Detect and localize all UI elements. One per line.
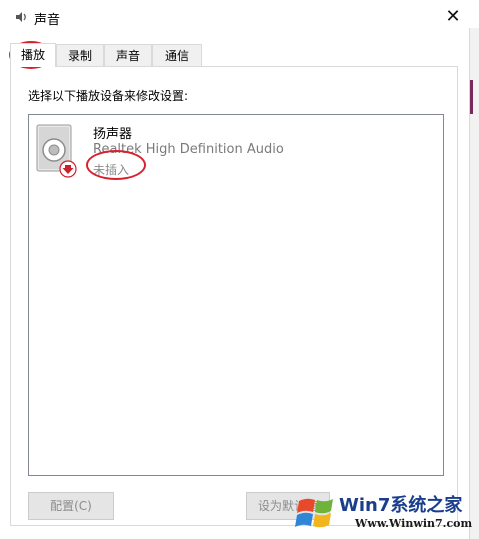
tab-recording[interactable]: 录制 xyxy=(56,44,104,66)
playback-panel: 选择以下播放设备来修改设置: 扬声器 Realtek High Definiti… xyxy=(10,66,458,526)
instructions-text: 选择以下播放设备来修改设置: xyxy=(28,89,189,103)
speaker-title-icon xyxy=(16,12,26,22)
device-status: 未插入 xyxy=(93,163,130,177)
sound-dialog: 声音 ✕ 播放 录制 声音 通信 选择以下播放设备来修改设置: 扬声器 Real… xyxy=(0,0,479,539)
device-description: Realtek High Definition Audio xyxy=(93,142,284,157)
device-name: 扬声器 xyxy=(93,127,133,142)
window-edge-accent xyxy=(470,80,473,114)
tab-label: 播放 xyxy=(20,48,45,62)
close-icon: ✕ xyxy=(445,6,461,27)
close-button[interactable]: ✕ xyxy=(441,6,465,28)
tab-label: 通信 xyxy=(164,49,189,63)
tab-label: 录制 xyxy=(67,49,92,63)
watermark: Win7系统之家 Www.Winwin7.com xyxy=(293,489,473,537)
watermark-brand: Win7系统之家 xyxy=(339,495,463,516)
device-list[interactable]: 扬声器 Realtek High Definition Audio 未插入 xyxy=(28,114,444,476)
configure-button[interactable]: 配置(C) xyxy=(28,492,114,520)
title-bar: 声音 ✕ xyxy=(0,0,479,34)
tab-sounds[interactable]: 声音 xyxy=(104,44,152,66)
watermark-url: Www.Winwin7.com xyxy=(355,517,473,530)
tab-communications[interactable]: 通信 xyxy=(152,44,202,66)
configure-label: 配置(C) xyxy=(50,499,92,513)
tab-label: 声音 xyxy=(115,49,140,63)
speaker-icon xyxy=(36,124,77,178)
window-title: 声音 xyxy=(34,13,61,28)
windows-logo-icon xyxy=(295,498,333,528)
device-item-speaker[interactable]: 扬声器 Realtek High Definition Audio 未插入 xyxy=(29,115,443,185)
tab-playback[interactable]: 播放 xyxy=(10,43,56,67)
